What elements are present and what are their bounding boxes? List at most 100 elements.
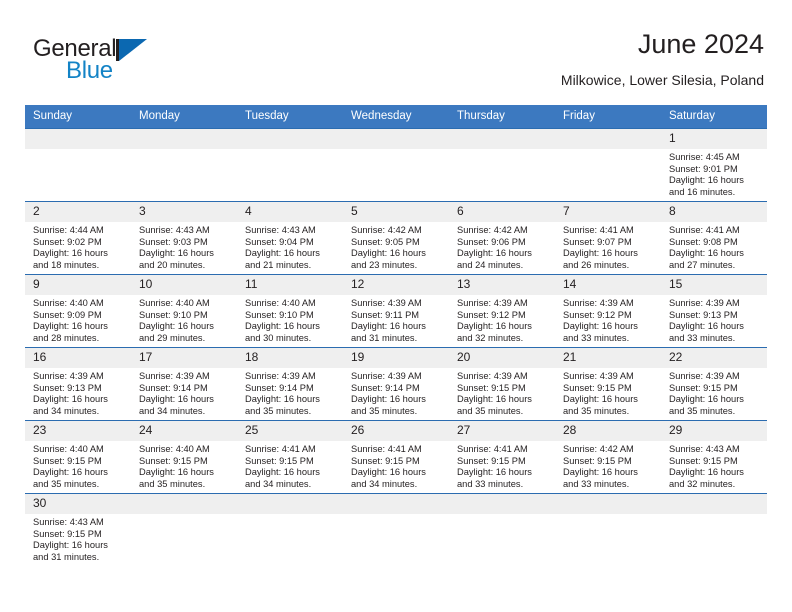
calendar-empty-cell — [25, 128, 131, 202]
sunrise-text: Sunrise: 4:40 AM — [139, 444, 210, 454]
daylight-text-line1: Daylight: 16 hours — [351, 467, 426, 478]
calendar-page: General Blue June 2024 Milkowice, Lower … — [0, 0, 792, 612]
daylight-text-line2: and 30 minutes. — [245, 332, 312, 343]
sunrise-text: Sunrise: 4:41 AM — [669, 225, 740, 235]
calendar-day-cell[interactable]: 19 Sunrise: 4:39 AM Sunset: 9:14 PM Dayligh… — [343, 347, 449, 421]
sunset-text: Sunset: 9:14 PM — [351, 382, 420, 393]
calendar-day-cell[interactable]: 9 Sunrise: 4:40 AM Sunset: 9:09 PM Daylight… — [25, 274, 131, 348]
sunrise-text: Sunrise: 4:40 AM — [33, 298, 104, 308]
day-details: Sunrise: 4:42 AM Sunset: 9:06 PM Daylight:… — [449, 222, 555, 271]
sunrise-text: Sunrise: 4:40 AM — [139, 298, 210, 308]
calendar-day-cell[interactable]: 4 Sunrise: 4:43 AM Sunset: 9:04 PM Daylight… — [237, 201, 343, 275]
sunset-text: Sunset: 9:03 PM — [139, 236, 208, 247]
calendar-empty-cell — [555, 493, 661, 566]
day-number — [661, 494, 767, 514]
daylight-text-line2: and 16 minutes. — [669, 186, 736, 197]
blue-triangle-flag-icon — [116, 39, 147, 61]
daylight-text-line1: Daylight: 16 hours — [563, 467, 638, 478]
general-blue-logo[interactable]: General Blue — [33, 36, 233, 88]
calendar-day-cell[interactable]: 6 Sunrise: 4:42 AM Sunset: 9:06 PM Daylight… — [449, 201, 555, 275]
sunrise-text: Sunrise: 4:39 AM — [669, 371, 740, 381]
calendar-day-cell[interactable]: 16 Sunrise: 4:39 AM Sunset: 9:13 PM Dayligh… — [25, 347, 131, 421]
calendar-day-cell[interactable]: 17 Sunrise: 4:39 AM Sunset: 9:14 PM Dayligh… — [131, 347, 237, 421]
day-number: 1 — [661, 129, 767, 149]
weekday-header: Sunday Monday Tuesday Wednesday Thursday… — [25, 105, 767, 129]
day-details: Sunrise: 4:39 AM Sunset: 9:12 PM Daylight:… — [555, 295, 661, 344]
day-details: Sunrise: 4:40 AM Sunset: 9:15 PM Daylight:… — [131, 441, 237, 490]
sunrise-text: Sunrise: 4:45 AM — [669, 152, 740, 162]
calendar-day-cell[interactable]: 8 Sunrise: 4:41 AM Sunset: 9:08 PM Daylight… — [661, 201, 767, 275]
sunrise-text: Sunrise: 4:44 AM — [33, 225, 104, 235]
daylight-text-line1: Daylight: 16 hours — [351, 248, 426, 259]
daylight-text-line2: and 18 minutes. — [33, 259, 100, 270]
sunrise-text: Sunrise: 4:43 AM — [245, 225, 316, 235]
day-details: Sunrise: 4:39 AM Sunset: 9:14 PM Daylight:… — [343, 368, 449, 417]
calendar-day-cell[interactable]: 25 Sunrise: 4:41 AM Sunset: 9:15 PM Dayligh… — [237, 420, 343, 494]
sunrise-text: Sunrise: 4:39 AM — [351, 371, 422, 381]
day-details: Sunrise: 4:39 AM Sunset: 9:15 PM Daylight:… — [555, 368, 661, 417]
sunrise-text: Sunrise: 4:39 AM — [457, 371, 528, 381]
daylight-text-line1: Daylight: 16 hours — [33, 540, 108, 551]
calendar-day-cell[interactable]: 2 Sunrise: 4:44 AM Sunset: 9:02 PM Daylight… — [25, 201, 131, 275]
calendar-empty-cell — [449, 128, 555, 202]
calendar-day-cell[interactable]: 12 Sunrise: 4:39 AM Sunset: 9:11 PM Dayligh… — [343, 274, 449, 348]
calendar-day-cell[interactable]: 11 Sunrise: 4:40 AM Sunset: 9:10 PM Dayligh… — [237, 274, 343, 348]
sunrise-text: Sunrise: 4:40 AM — [33, 444, 104, 454]
calendar-body: 1 Sunrise: 4:45 AM Sunset: 9:01 PM Daylight… — [25, 128, 767, 566]
daylight-text-line1: Daylight: 16 hours — [139, 321, 214, 332]
daylight-text-line1: Daylight: 16 hours — [351, 321, 426, 332]
sunrise-text: Sunrise: 4:39 AM — [457, 298, 528, 308]
calendar-day-cell[interactable]: 30 Sunrise: 4:43 AM Sunset: 9:15 PM Dayligh… — [25, 493, 131, 566]
daylight-text-line1: Daylight: 16 hours — [457, 248, 532, 259]
day-details: Sunrise: 4:39 AM Sunset: 9:15 PM Daylight:… — [449, 368, 555, 417]
calendar-day-cell[interactable]: 14 Sunrise: 4:39 AM Sunset: 9:12 PM Dayligh… — [555, 274, 661, 348]
sunset-text: Sunset: 9:06 PM — [457, 236, 526, 247]
daylight-text-line2: and 34 minutes. — [351, 478, 418, 489]
day-number — [343, 494, 449, 514]
weekday-header-saturday: Saturday — [661, 105, 767, 129]
calendar-day-cell[interactable]: 1 Sunrise: 4:45 AM Sunset: 9:01 PM Daylight… — [661, 128, 767, 202]
calendar-day-cell[interactable]: 21 Sunrise: 4:39 AM Sunset: 9:15 PM Dayligh… — [555, 347, 661, 421]
calendar-day-cell[interactable]: 20 Sunrise: 4:39 AM Sunset: 9:15 PM Dayligh… — [449, 347, 555, 421]
day-details: Sunrise: 4:40 AM Sunset: 9:10 PM Daylight:… — [131, 295, 237, 344]
daylight-text-line2: and 32 minutes. — [669, 478, 736, 489]
daylight-text-line2: and 21 minutes. — [245, 259, 312, 270]
sunrise-text: Sunrise: 4:39 AM — [563, 371, 634, 381]
day-number: 12 — [343, 275, 449, 295]
weekday-header-friday: Friday — [555, 105, 661, 129]
day-details: Sunrise: 4:41 AM Sunset: 9:07 PM Daylight:… — [555, 222, 661, 271]
calendar-day-cell[interactable]: 27 Sunrise: 4:41 AM Sunset: 9:15 PM Dayligh… — [449, 420, 555, 494]
daylight-text-line1: Daylight: 16 hours — [457, 321, 532, 332]
day-details: Sunrise: 4:40 AM Sunset: 9:15 PM Daylight:… — [25, 441, 131, 490]
calendar-day-cell[interactable]: 24 Sunrise: 4:40 AM Sunset: 9:15 PM Dayligh… — [131, 420, 237, 494]
day-details: Sunrise: 4:43 AM Sunset: 9:15 PM Daylight:… — [661, 441, 767, 490]
calendar-day-cell[interactable]: 28 Sunrise: 4:42 AM Sunset: 9:15 PM Dayligh… — [555, 420, 661, 494]
day-number: 25 — [237, 421, 343, 441]
calendar-day-cell[interactable]: 10 Sunrise: 4:40 AM Sunset: 9:10 PM Dayligh… — [131, 274, 237, 348]
calendar-day-cell[interactable]: 15 Sunrise: 4:39 AM Sunset: 9:13 PM Dayligh… — [661, 274, 767, 348]
calendar-empty-cell — [237, 493, 343, 566]
day-number: 17 — [131, 348, 237, 368]
calendar-day-cell[interactable]: 3 Sunrise: 4:43 AM Sunset: 9:03 PM Daylight… — [131, 201, 237, 275]
day-number: 5 — [343, 202, 449, 222]
daylight-text-line2: and 31 minutes. — [33, 551, 100, 562]
calendar-day-cell[interactable]: 29 Sunrise: 4:43 AM Sunset: 9:15 PM Dayligh… — [661, 420, 767, 494]
calendar-day-cell[interactable]: 18 Sunrise: 4:39 AM Sunset: 9:14 PM Dayligh… — [237, 347, 343, 421]
calendar-day-cell[interactable]: 13 Sunrise: 4:39 AM Sunset: 9:12 PM Dayligh… — [449, 274, 555, 348]
daylight-text-line1: Daylight: 16 hours — [139, 394, 214, 405]
daylight-text-line1: Daylight: 16 hours — [669, 394, 744, 405]
day-number: 15 — [661, 275, 767, 295]
sunrise-text: Sunrise: 4:41 AM — [563, 225, 634, 235]
calendar-day-cell[interactable]: 26 Sunrise: 4:41 AM Sunset: 9:15 PM Dayligh… — [343, 420, 449, 494]
calendar-day-cell[interactable]: 5 Sunrise: 4:42 AM Sunset: 9:05 PM Daylight… — [343, 201, 449, 275]
day-number — [131, 129, 237, 149]
day-details: Sunrise: 4:40 AM Sunset: 9:09 PM Daylight:… — [25, 295, 131, 344]
page-title: June 2024 — [637, 29, 764, 59]
calendar-empty-cell — [661, 493, 767, 566]
sunset-text: Sunset: 9:15 PM — [245, 455, 314, 466]
calendar-day-cell[interactable]: 23 Sunrise: 4:40 AM Sunset: 9:15 PM Dayligh… — [25, 420, 131, 494]
calendar-day-cell[interactable]: 7 Sunrise: 4:41 AM Sunset: 9:07 PM Daylight… — [555, 201, 661, 275]
daylight-text-line2: and 34 minutes. — [33, 405, 100, 416]
calendar-day-cell[interactable]: 22 Sunrise: 4:39 AM Sunset: 9:15 PM Dayligh… — [661, 347, 767, 421]
weekday-header-monday: Monday — [131, 105, 237, 129]
